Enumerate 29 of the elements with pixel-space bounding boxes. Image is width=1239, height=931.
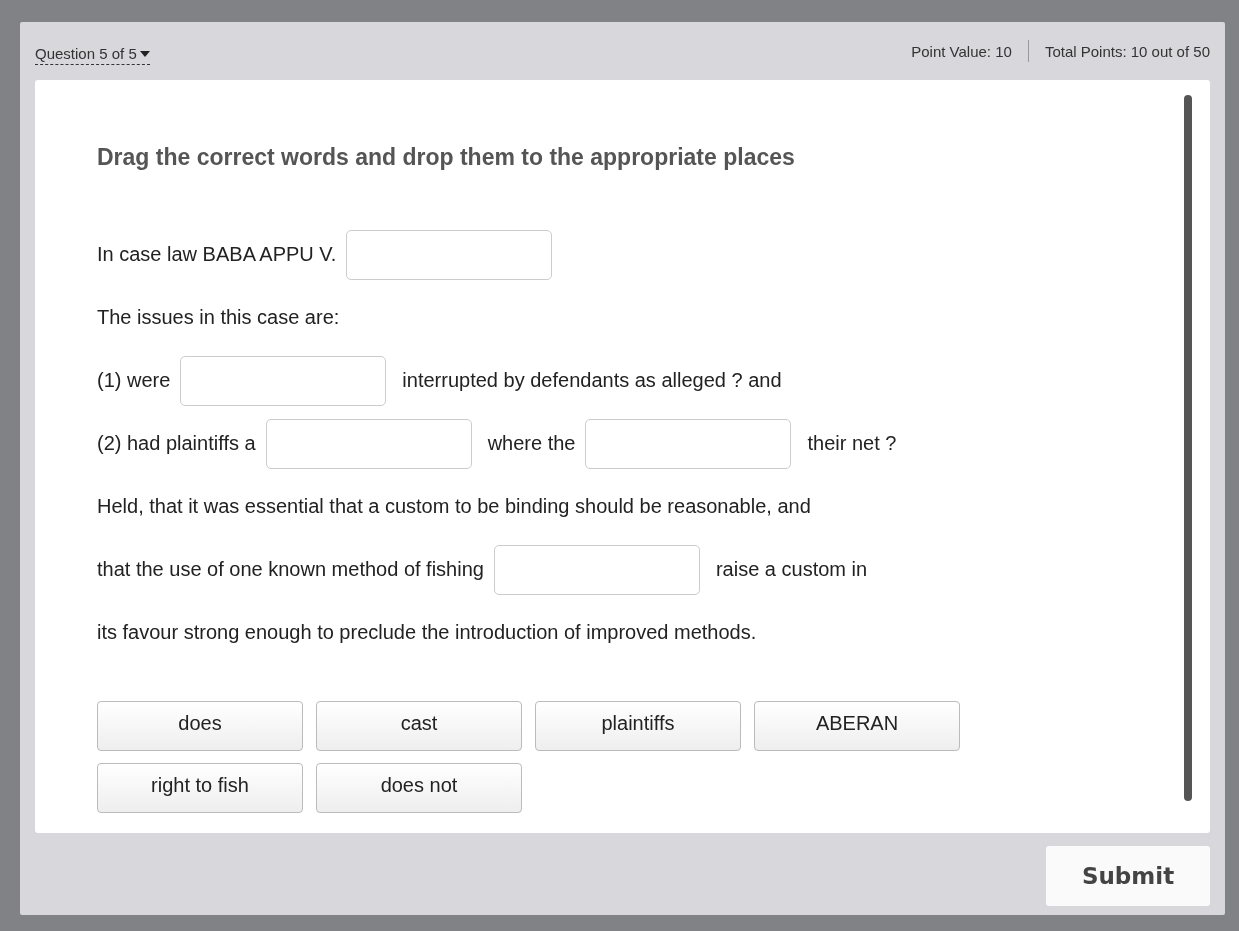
submit-button[interactable]: Submit bbox=[1046, 846, 1210, 906]
word-chip[interactable]: ABERAN bbox=[754, 701, 960, 751]
question-text: their net ? bbox=[807, 432, 897, 455]
instruction: Drag the correct words and drop them to the appropriate places bbox=[97, 144, 796, 171]
question-text: its favour strong enough to preclude the introduction of improved methods. bbox=[97, 621, 757, 644]
word-chip[interactable]: does bbox=[97, 701, 303, 751]
drop-zone[interactable] bbox=[493, 544, 700, 595]
drop-zone[interactable] bbox=[585, 418, 792, 469]
word-chip[interactable]: right to fish bbox=[97, 763, 303, 813]
question-text: (2) had plaintiffs a bbox=[97, 432, 256, 455]
question-text: that the use of one known method of fishing bbox=[97, 558, 484, 581]
question-text: The issues in this case are: bbox=[97, 306, 340, 329]
word-chip[interactable]: cast bbox=[316, 701, 522, 751]
total-points: Total Points: 10 out of 50 bbox=[1044, 42, 1210, 60]
drop-zone[interactable] bbox=[180, 355, 387, 406]
word-chip[interactable]: plaintiffs bbox=[535, 701, 741, 751]
question-text: where the bbox=[487, 432, 576, 455]
drop-zone[interactable] bbox=[265, 418, 472, 469]
word-chip[interactable]: does not bbox=[316, 763, 522, 813]
scrollbar[interactable] bbox=[1184, 95, 1192, 801]
drop-zone[interactable] bbox=[346, 229, 553, 280]
question-text: Held, that it was essential that a custom to be binding should be reasonable, and bbox=[97, 495, 811, 518]
point-value: Point Value: 10 bbox=[911, 42, 1012, 60]
caret-icon bbox=[139, 50, 150, 57]
question-menu[interactable]: Question 5 of 5 bbox=[35, 45, 150, 65]
question-text: (1) were bbox=[97, 369, 171, 392]
question-text: interrupted by defendants as alleged ? and bbox=[402, 369, 782, 392]
question-text: raise a custom in bbox=[715, 558, 868, 581]
question-text: In case law BABA APPU V. bbox=[97, 243, 337, 266]
